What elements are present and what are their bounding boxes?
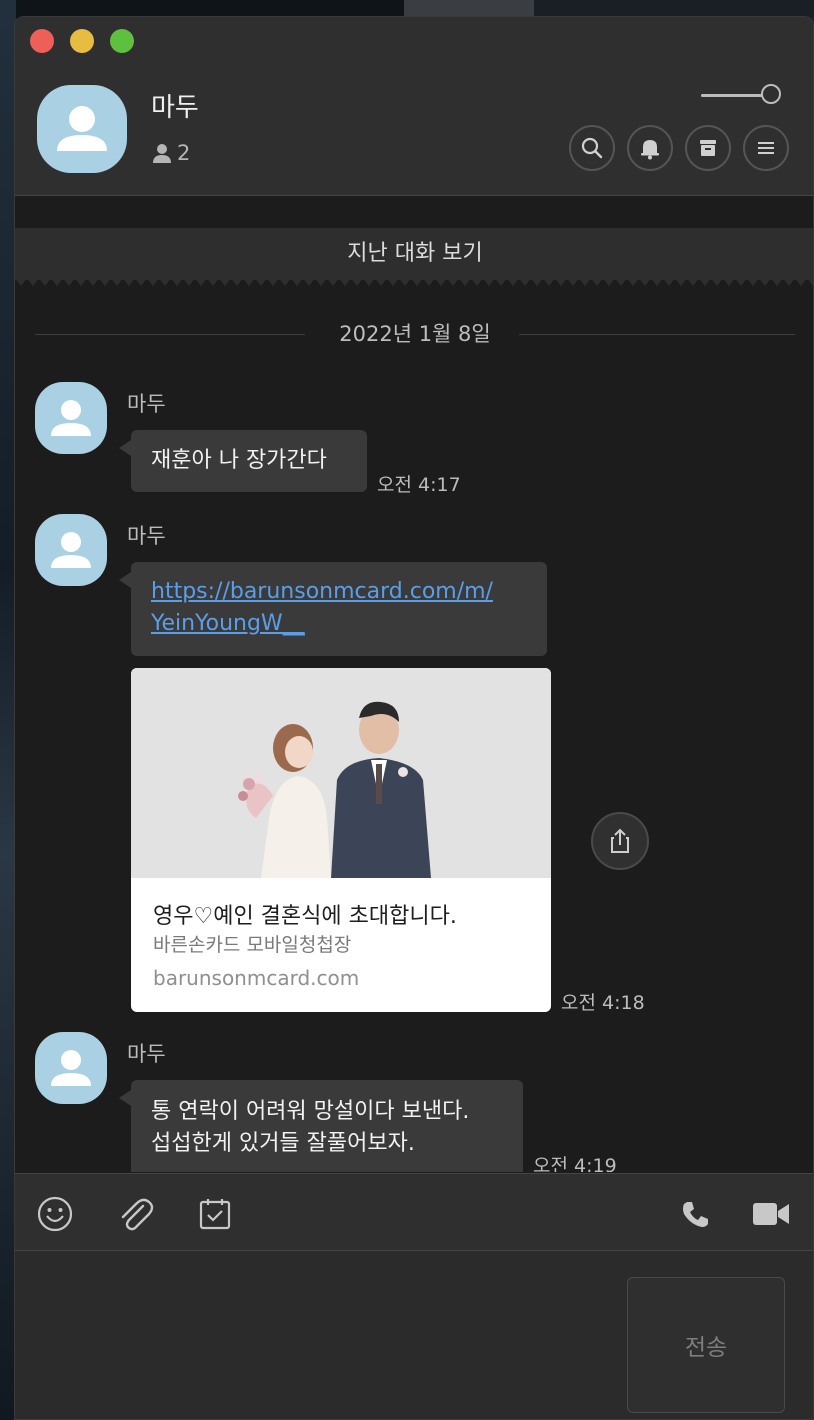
- message-time: 오전 4:18: [561, 992, 645, 1014]
- paperclip-icon: [121, 1198, 154, 1231]
- room-avatar[interactable]: [37, 85, 127, 173]
- wedding-photo: [131, 668, 551, 878]
- search-icon: [581, 137, 603, 159]
- sender-name: 마두: [127, 524, 166, 548]
- minimize-window-button[interactable]: [70, 29, 94, 53]
- phone-icon: [683, 1202, 708, 1227]
- member-count[interactable]: 2: [151, 141, 190, 165]
- message-link-continued[interactable]: YeinYoungW__: [151, 608, 527, 640]
- preview-domain: barunsonmcard.com: [153, 966, 360, 990]
- archive-icon: [700, 140, 716, 156]
- preview-subtitle: 바른손카드 모바일청첩장: [153, 934, 352, 956]
- message-text-line: 섭섭한게 있거들 잘풀어보자.: [151, 1131, 415, 1156]
- chat-header: 마두 2: [15, 17, 813, 196]
- send-button[interactable]: 전송: [627, 1277, 785, 1413]
- attach-file-button[interactable]: [115, 1194, 155, 1234]
- message-link[interactable]: https://barunsonmcard.com/m/: [151, 576, 527, 608]
- sender-name: 마두: [127, 392, 166, 416]
- sender-avatar[interactable]: [35, 382, 107, 454]
- banner-edge-bottom: [15, 278, 813, 286]
- calendar-icon: [199, 1199, 231, 1230]
- person-icon: [57, 106, 107, 151]
- schedule-button[interactable]: [195, 1194, 235, 1234]
- member-icon: [153, 144, 171, 163]
- notification-button[interactable]: [627, 125, 673, 171]
- emoji-icon: [37, 1196, 73, 1232]
- member-count-value: 2: [177, 141, 191, 165]
- menu-icon: [758, 142, 774, 154]
- person-icon: [51, 400, 91, 436]
- menu-button[interactable]: [743, 125, 789, 171]
- person-icon: [51, 532, 91, 568]
- bell-icon: [641, 140, 659, 160]
- share-icon: [611, 828, 629, 853]
- sender-avatar[interactable]: [35, 1032, 107, 1104]
- composer-toolbar: [15, 1173, 813, 1251]
- message-time: 오전 4:19: [533, 1155, 617, 1172]
- opacity-slider-track[interactable]: [701, 94, 763, 97]
- sender-name: 마두: [127, 1042, 166, 1066]
- search-button[interactable]: [569, 125, 615, 171]
- message-bubble[interactable]: 통 연락이 어려워 망설이다 보낸다. 섭섭한게 있거들 잘풀어보자.: [119, 1080, 523, 1172]
- maximize-window-button[interactable]: [110, 29, 134, 53]
- video-call-button[interactable]: [751, 1194, 791, 1234]
- message-bubble[interactable]: 재훈아 나 장가간다: [119, 430, 367, 492]
- message-list[interactable]: 지난 대화 보기 2022년 1월 8일 마두 재훈아 나 장가간다 오전 4:…: [15, 196, 813, 1172]
- link-preview-card[interactable]: 영우♡예인 결혼식에 초대합니다. 바른손카드 모바일청첩장 barunsonm…: [131, 668, 551, 1012]
- date-divider-line: [519, 334, 795, 335]
- message-text-line: 통 연락이 어려워 망설이다 보낸다.: [151, 1099, 470, 1124]
- video-icon: [753, 1203, 789, 1225]
- close-window-button[interactable]: [30, 29, 54, 53]
- preview-title: 영우♡예인 결혼식에 초대합니다.: [153, 904, 457, 929]
- wedding-couple-image: [131, 668, 551, 878]
- emoji-button[interactable]: [35, 1194, 75, 1234]
- voice-call-button[interactable]: [675, 1194, 715, 1234]
- chat-window: 마두 2 지난 대화 보기 2022년 1월 8일 마두 재훈아 나 장가간다 …: [14, 16, 814, 1420]
- person-icon: [51, 1050, 91, 1086]
- link-message-bubble: https://barunsonmcard.com/m/ YeinYoungW_…: [119, 562, 547, 656]
- message-input[interactable]: 전송: [15, 1251, 813, 1419]
- message-time: 오전 4:17: [377, 474, 461, 496]
- share-button[interactable]: [591, 812, 649, 870]
- opacity-slider-knob[interactable]: [761, 84, 781, 104]
- room-title[interactable]: 마두: [151, 87, 199, 124]
- archive-button[interactable]: [685, 125, 731, 171]
- view-past-conversations-button[interactable]: 지난 대화 보기: [15, 228, 813, 280]
- sender-avatar[interactable]: [35, 514, 107, 586]
- date-divider: 2022년 1월 8일: [339, 322, 491, 346]
